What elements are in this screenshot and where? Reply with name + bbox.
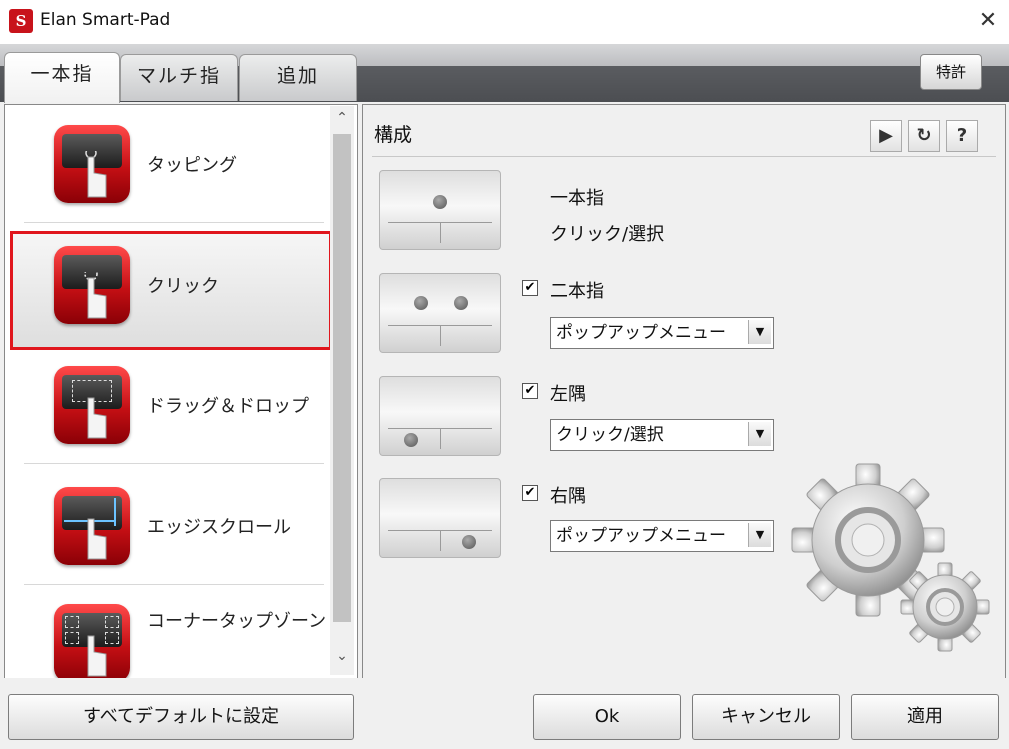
help-icon[interactable]: ? [946, 120, 978, 152]
right-corner-label: 右隅 [550, 486, 586, 507]
tapping-icon [54, 125, 130, 203]
one-finger-label: 一本指 [550, 188, 604, 209]
tab-additional[interactable]: 追加 [239, 54, 357, 101]
gears-icon [791, 463, 990, 652]
config-title: 構成 [374, 124, 413, 146]
two-finger-checkbox[interactable]: ✔ [522, 280, 538, 296]
scroll-up-icon[interactable]: ⌃ [330, 110, 354, 126]
patent-button[interactable]: 特許 [920, 54, 982, 90]
left-corner-preview [379, 376, 501, 456]
scroll-down-icon[interactable]: ⌄ [330, 648, 354, 664]
tab-multi-finger[interactable]: マルチ指 [120, 54, 238, 101]
play-icon[interactable]: ▶ [870, 120, 902, 152]
two-finger-preview [379, 273, 501, 353]
config-divider [372, 156, 996, 157]
cancel-button[interactable]: キャンセル [692, 694, 840, 740]
edge-scroll-icon [54, 487, 130, 565]
select-value: クリック/選択 [556, 425, 664, 445]
dropdown-arrow-icon[interactable]: ▼ [748, 422, 771, 446]
one-finger-action: クリック/選択 [550, 224, 665, 245]
window-title: Elan Smart-Pad [40, 10, 171, 30]
gesture-item-drag-drop[interactable]: ドラッグ＆ドロップ [4, 346, 334, 464]
click-icon [54, 246, 130, 324]
app-logo-icon: S [9, 9, 33, 33]
apply-button[interactable]: 適用 [851, 694, 999, 740]
right-corner-select[interactable]: ポップアップメニュー ▼ [550, 520, 774, 552]
gesture-item-label: タッピング [147, 155, 237, 176]
right-corner-checkbox[interactable]: ✔ [522, 485, 538, 501]
gesture-item-label: エッジスクロール [147, 517, 291, 538]
select-value: ポップアップメニュー [556, 526, 726, 546]
one-finger-preview [379, 170, 501, 250]
gesture-item-corner-tap[interactable]: コーナータップゾーン [4, 588, 334, 682]
list-scroll-thumb[interactable] [333, 134, 351, 622]
tab-one-finger[interactable]: 一本指 [4, 52, 120, 103]
restore-defaults-button[interactable]: すべてデフォルトに設定 [8, 694, 354, 740]
gesture-item-label: クリック [147, 276, 219, 297]
select-value: ポップアップメニュー [556, 323, 726, 343]
gesture-item-click[interactable]: クリック [4, 226, 334, 344]
two-finger-label: 二本指 [550, 281, 604, 302]
gesture-item-label: コーナータップゾーン [147, 611, 327, 632]
gesture-item-label: ドラッグ＆ドロップ [147, 396, 309, 417]
close-icon[interactable]: ✕ [972, 6, 1004, 36]
two-finger-select[interactable]: ポップアップメニュー ▼ [550, 317, 774, 349]
dropdown-arrow-icon[interactable]: ▼ [748, 320, 771, 344]
left-corner-select[interactable]: クリック/選択 ▼ [550, 419, 774, 451]
gesture-item-tapping[interactable]: タッピング [4, 105, 334, 223]
gesture-item-edge-scroll[interactable]: エッジスクロール [4, 467, 334, 585]
dropdown-arrow-icon[interactable]: ▼ [748, 523, 771, 547]
right-corner-preview [379, 478, 501, 558]
left-corner-checkbox[interactable]: ✔ [522, 383, 538, 399]
drag-drop-icon [54, 366, 130, 444]
ok-button[interactable]: Ok [533, 694, 681, 740]
corner-tap-icon [54, 604, 130, 682]
left-corner-label: 左隅 [550, 384, 586, 405]
reset-icon[interactable]: ↻ [908, 120, 940, 152]
